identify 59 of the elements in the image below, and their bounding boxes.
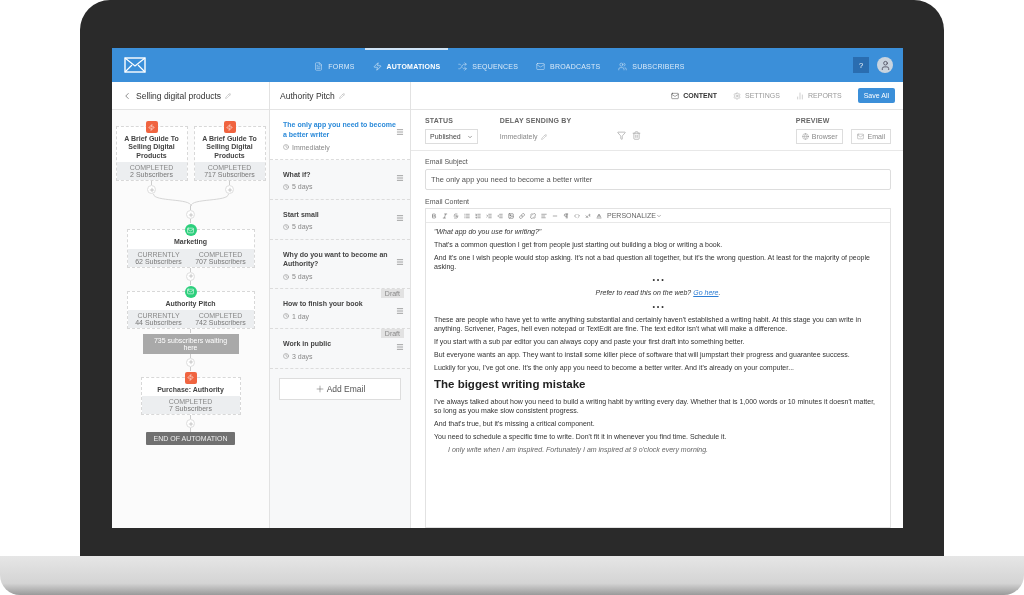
code-icon[interactable] (574, 212, 580, 219)
superscript-icon[interactable] (585, 212, 591, 219)
clock-icon (283, 353, 289, 360)
globe-icon (801, 133, 809, 140)
form-icon (314, 61, 324, 71)
pencil-icon[interactable] (225, 92, 232, 99)
add-step-icon[interactable] (186, 357, 195, 367)
indent-icon[interactable] (486, 212, 492, 219)
numbered-list-icon[interactable] (475, 212, 481, 219)
envelope-icon (857, 133, 865, 140)
add-step-icon[interactable] (186, 271, 195, 281)
pencil-icon[interactable] (338, 92, 345, 99)
italic-icon[interactable] (442, 212, 448, 219)
align-left-icon[interactable] (541, 212, 547, 219)
sequence-title: Authority Pitch (280, 90, 335, 101)
horizontal-rule-icon[interactable] (552, 212, 558, 219)
outdent-icon[interactable] (497, 212, 503, 219)
shuffle-icon (458, 61, 468, 71)
drag-handle-icon[interactable] (396, 213, 404, 222)
add-step-icon[interactable] (147, 185, 156, 195)
strikethrough-icon[interactable] (453, 212, 459, 219)
automation-title: Selling digital products (136, 90, 222, 101)
unlink-icon[interactable] (530, 212, 536, 219)
clock-icon (283, 313, 289, 320)
add-step-icon[interactable] (186, 210, 195, 220)
trash-icon[interactable] (632, 131, 642, 140)
add-email-button[interactable]: Add Email (279, 378, 401, 401)
drag-handle-icon[interactable] (396, 307, 404, 316)
caret-icon (656, 212, 662, 219)
envelope-logo-icon (124, 57, 146, 73)
drag-handle-icon[interactable] (396, 343, 404, 352)
bold-icon[interactable] (431, 212, 437, 219)
bullet-list-icon[interactable] (464, 212, 470, 219)
lightning-icon (372, 61, 382, 71)
envelope-icon (536, 61, 546, 71)
back-icon[interactable] (122, 90, 132, 101)
filter-icon[interactable] (617, 131, 627, 140)
pilcrow-icon[interactable] (563, 212, 569, 219)
bar-chart-icon (796, 91, 804, 100)
image-icon[interactable] (508, 212, 514, 219)
avatar-icon[interactable] (877, 57, 893, 73)
gear-icon (732, 91, 741, 100)
envelope-icon (671, 91, 680, 100)
text-color-icon[interactable] (596, 212, 602, 219)
link-icon[interactable] (519, 212, 525, 219)
add-step-icon[interactable] (186, 419, 195, 429)
caret-icon (466, 133, 473, 140)
people-icon (618, 61, 628, 71)
clock-icon (283, 144, 289, 151)
add-step-icon[interactable] (225, 185, 234, 195)
clock-icon (283, 223, 289, 230)
plus-icon (314, 384, 325, 395)
clock-icon (283, 273, 289, 280)
drag-handle-icon[interactable] (396, 257, 404, 266)
clock-icon (283, 183, 289, 190)
drag-handle-icon[interactable] (396, 173, 404, 182)
content-heading: The biggest writing mistake (434, 377, 587, 393)
drag-handle-icon[interactable] (396, 128, 404, 136)
pencil-icon[interactable] (541, 133, 548, 140)
